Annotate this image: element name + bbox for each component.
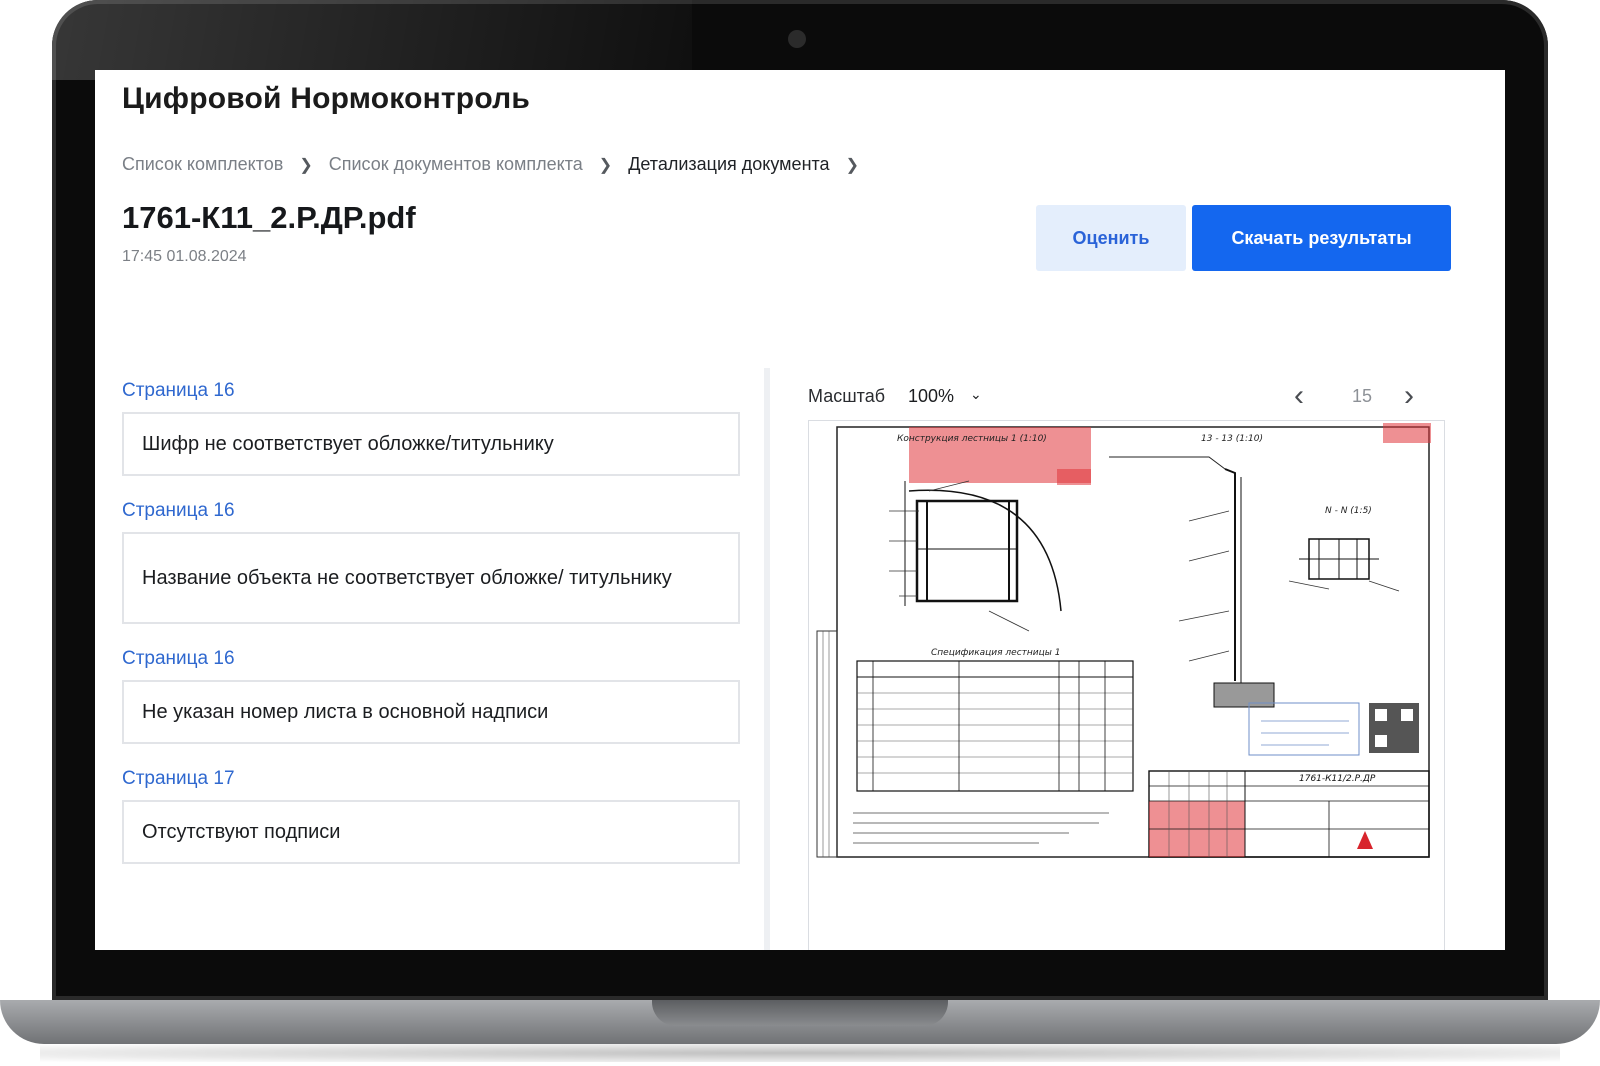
issue-text: Шифр не соответствует обложке/титульнику	[142, 433, 554, 455]
approval-stamp	[1248, 702, 1360, 756]
scale-label: Масштаб	[808, 386, 886, 406]
issue-page-link[interactable]: Страница 16	[122, 380, 742, 402]
issue-text: Название объекта не соответствует обложк…	[142, 567, 672, 589]
drawing-title-left: Конструкция лестницы 1 (1:10)	[897, 434, 1047, 444]
scale-select[interactable]: 100%	[908, 386, 954, 407]
chevron-down-icon[interactable]: ⌄	[970, 386, 982, 403]
laptop-notch	[652, 1000, 948, 1026]
chevron-left-icon[interactable]: ‹	[1294, 379, 1304, 413]
issue-card[interactable]: Отсутствуют подписи	[122, 800, 740, 864]
drawing-title-detail: N - N (1:5)	[1325, 506, 1372, 516]
spec-table	[856, 660, 1134, 792]
viewer-toolbar: Масштаб 100% ⌄ ‹ 15 ›	[808, 377, 1458, 417]
issue-item: Страница 16 Шифр не соответствует обложк…	[122, 380, 742, 476]
chevron-right-icon: ❯	[845, 156, 859, 174]
highlight-area	[1383, 423, 1431, 443]
chevron-right-icon: ❯	[299, 156, 313, 174]
sheet-frame	[836, 426, 1430, 858]
issue-item: Страница 16 Не указан номер листа в осно…	[122, 648, 742, 744]
issue-text: Не указан номер листа в основной надписи	[142, 701, 549, 723]
company-logo	[1357, 831, 1373, 849]
drawing-title-right: 13 - 13 (1:10)	[1201, 434, 1263, 444]
breadcrumb-item-documents[interactable]: Список документов комплекта	[329, 154, 583, 175]
issue-page-link[interactable]: Страница 16	[122, 500, 742, 522]
chevron-right-icon: ❯	[598, 156, 613, 174]
panel-divider[interactable]	[764, 368, 770, 950]
issue-text: Отсутствуют подписи	[142, 821, 341, 843]
issues-list: Страница 16 Шифр не соответствует обложк…	[122, 380, 742, 888]
issue-page-link[interactable]: Страница 16	[122, 648, 742, 670]
breadcrumb: Список комплектов ❯ Список документов ко…	[122, 154, 875, 175]
stamp-code: 1761-К11/2.Р.ДР	[1299, 774, 1376, 784]
issue-item: Страница 17 Отсутствуют подписи	[122, 768, 742, 864]
laptop-shadow	[40, 1044, 1560, 1062]
camera-icon	[788, 30, 806, 48]
breadcrumb-item-detail: Детализация документа	[628, 154, 830, 174]
rate-button[interactable]: Оценить	[1036, 205, 1186, 271]
document-preview[interactable]: Конструкция лестницы 1 (1:10) 13 - 13 (1…	[808, 420, 1445, 950]
side-stamp	[816, 630, 838, 858]
issue-item: Страница 16 Название объекта не соответс…	[122, 500, 742, 624]
app-title: Цифровой Нормоконтроль	[122, 82, 531, 115]
drawing-sheet: Конструкция лестницы 1 (1:10) 13 - 13 (1…	[816, 423, 1431, 858]
document-date: 17:45 01.08.2024	[122, 248, 247, 265]
issue-card[interactable]: Название объекта не соответствует обложк…	[122, 532, 740, 624]
document-title: 1761-К11_2.Р.ДР.pdf	[122, 200, 416, 235]
issue-card[interactable]: Не указан номер листа в основной надписи	[122, 680, 740, 744]
issue-page-link[interactable]: Страница 17	[122, 768, 742, 790]
page-number: 15	[1352, 386, 1373, 406]
chevron-right-icon[interactable]: ›	[1404, 379, 1414, 413]
highlight-area	[1057, 469, 1091, 485]
spec-table-title: Спецификация лестницы 1	[931, 648, 1060, 658]
app-screen: Цифровой Нормоконтроль Список комплектов…	[95, 70, 1505, 950]
download-results-button[interactable]: Скачать результаты	[1192, 205, 1451, 271]
issue-card[interactable]: Шифр не соответствует обложке/титульнику	[122, 412, 740, 476]
lid-reflection	[52, 0, 692, 80]
breadcrumb-item-sets[interactable]: Список комплектов	[122, 154, 283, 175]
